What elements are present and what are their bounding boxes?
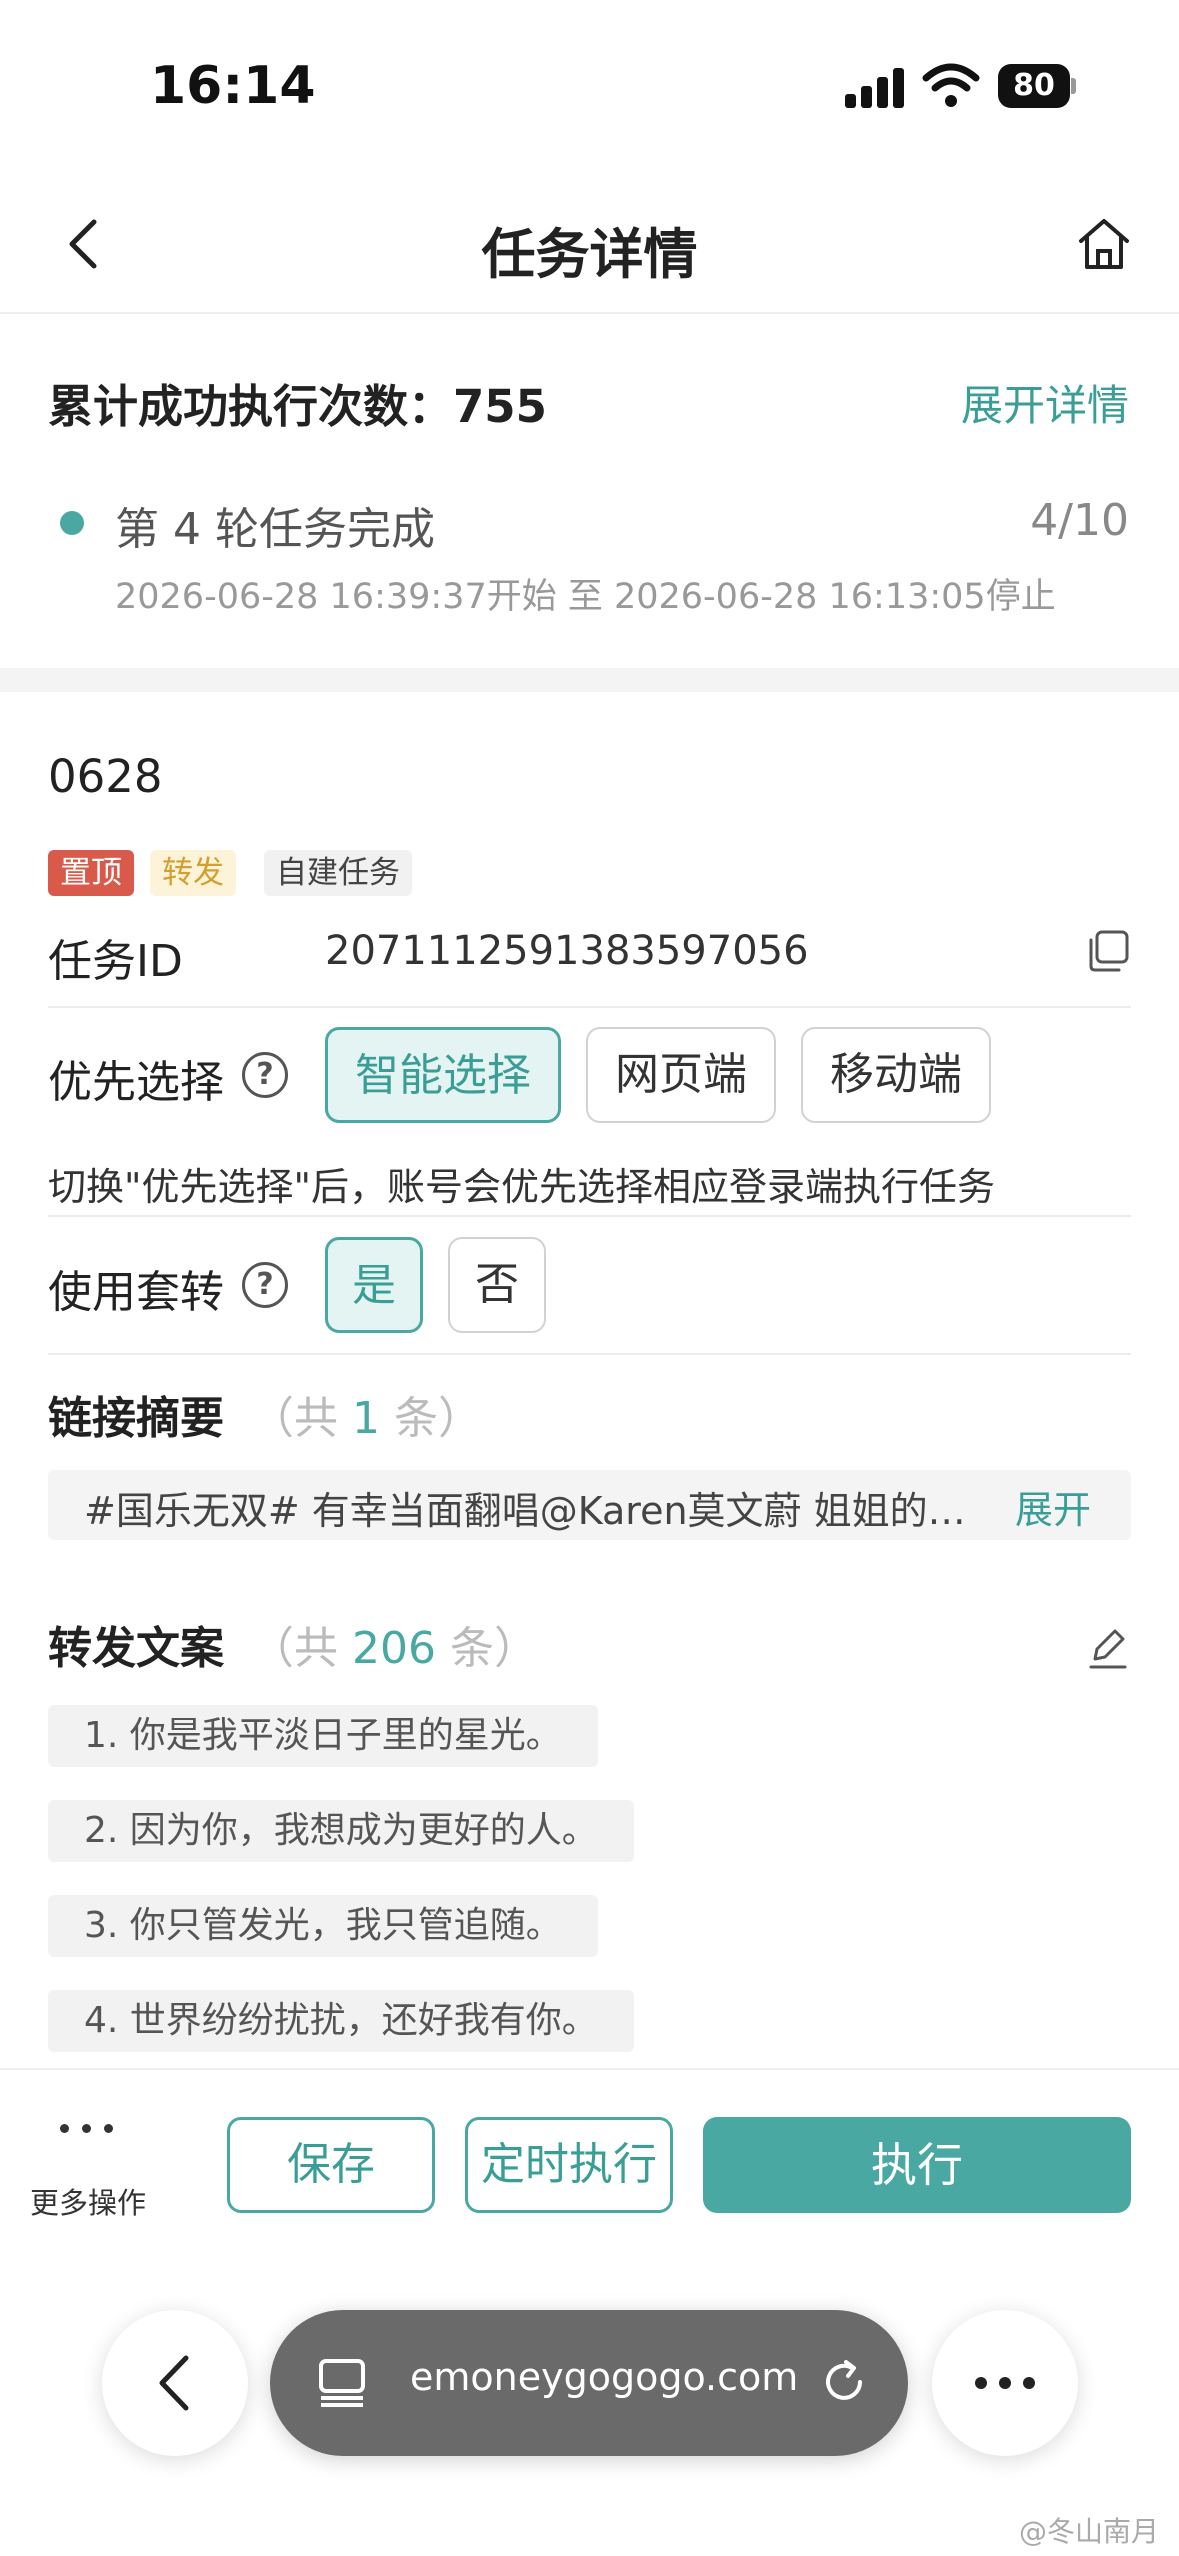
row-divider: [48, 1215, 1131, 1217]
priority-option-mobile[interactable]: 移动端: [801, 1027, 991, 1123]
success-count: 累计成功执行次数：755: [48, 380, 547, 433]
count-suffix: 条）: [394, 1393, 482, 1444]
nested-label: 使用套转: [48, 1267, 224, 1318]
count-suffix: 条）: [449, 1623, 538, 1674]
forward-copy-label: 转发文案: [48, 1623, 224, 1674]
wifi-icon: [922, 63, 980, 107]
more-actions-label[interactable]: 更多操作: [30, 2180, 146, 2222]
nested-option-yes[interactable]: 是: [325, 1237, 423, 1333]
battery-tip: [1071, 78, 1076, 94]
reload-icon[interactable]: [818, 2356, 870, 2408]
priority-option-smart[interactable]: 智能选择: [325, 1027, 561, 1123]
more-actions-icon[interactable]: [60, 2118, 120, 2138]
row-divider: [48, 1006, 1131, 1008]
schedule-button[interactable]: 定时执行: [465, 2117, 673, 2213]
task-name: 0628: [48, 750, 163, 803]
cellular-signal-icon: [845, 66, 905, 108]
link-summary-label: 链接摘要: [48, 1393, 224, 1444]
round-progress: 4/10: [1030, 495, 1129, 546]
status-time: 16:14: [150, 56, 316, 116]
tag-forward: 转发: [150, 850, 236, 896]
task-id-value: 2071112591383597056: [325, 928, 809, 974]
priority-hint: 切换"优先选择"后，账号会优先选择相应登录端执行任务: [48, 1165, 995, 1209]
count-number: 1: [352, 1393, 380, 1444]
watermark: @冬山南月: [1018, 2515, 1159, 2548]
status-dot: [60, 511, 84, 535]
forward-copy-item[interactable]: 4. 世界纷纷扰扰，还好我有你。: [48, 1990, 634, 2052]
expand-detail-link[interactable]: 展开详情: [961, 372, 1129, 433]
link-expand-button[interactable]: 展开: [1015, 1479, 1091, 1534]
more-icon: [975, 2377, 1035, 2389]
priority-option-web[interactable]: 网页端: [586, 1027, 776, 1123]
battery-icon: 80: [998, 64, 1070, 108]
priority-label: 优先选择: [48, 1057, 224, 1108]
execute-button[interactable]: 执行: [703, 2117, 1131, 2213]
link-summary-text: #国乐无双# 有幸当面翻唱@Karen莫文蔚 姐姐的歌...: [84, 1489, 984, 1533]
tag-self-built: 自建任务: [264, 850, 412, 896]
browser-back-icon: [159, 2355, 189, 2411]
action-bar-divider: [0, 2068, 1179, 2070]
forward-copy-item[interactable]: 2. 因为你，我想成为更好的人。: [48, 1800, 634, 1862]
save-button[interactable]: 保存: [227, 2117, 435, 2213]
copy-icon[interactable]: [1085, 928, 1131, 974]
task-id-label: 任务ID: [48, 936, 183, 987]
count-prefix: （共: [250, 1393, 338, 1444]
row-divider: [48, 1353, 1131, 1355]
forward-copy-item[interactable]: 1. 你是我平淡日子里的星光。: [48, 1705, 598, 1767]
edit-icon[interactable]: [1085, 1625, 1131, 1671]
section-divider: [0, 668, 1179, 692]
nested-option-no[interactable]: 否: [448, 1237, 546, 1333]
forward-copy-item[interactable]: 3. 你只管发光，我只管追随。: [48, 1895, 598, 1957]
count-number: 206: [352, 1623, 436, 1674]
url-text[interactable]: emoneygogogo.com: [410, 2355, 798, 2399]
forward-copy-count: （共 206 条）: [250, 1612, 538, 1676]
help-icon[interactable]: ?: [242, 1052, 288, 1098]
count-prefix: （共: [250, 1623, 338, 1674]
page-title: 任务详情: [481, 223, 698, 286]
link-summary-count: （共 1 条）: [250, 1382, 482, 1446]
help-icon[interactable]: ?: [242, 1262, 288, 1308]
home-icon[interactable]: [1075, 215, 1133, 273]
round-status: 第 4 轮任务完成: [115, 504, 435, 555]
tabs-icon[interactable]: [318, 2358, 366, 2408]
round-time-range: 2026-06-28 16:39:37开始 至 2026-06-28 16:13…: [115, 577, 1056, 617]
tag-pinned: 置顶: [48, 850, 134, 896]
